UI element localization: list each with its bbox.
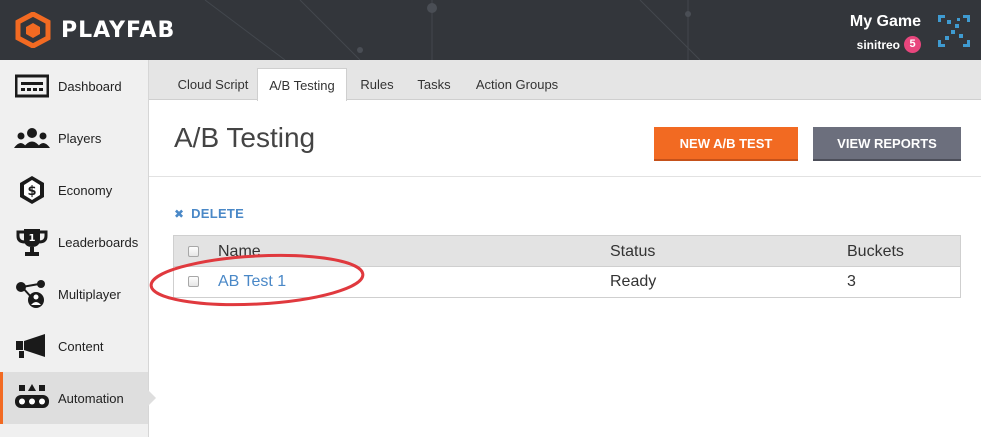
tab-cloud-script[interactable]: Cloud Script	[164, 68, 262, 100]
sidebar-item-multiplayer[interactable]: Multiplayer	[0, 268, 148, 320]
close-icon: ✖	[174, 206, 185, 221]
test-status: Ready	[610, 273, 657, 290]
ab-tests-table: Name Status Buckets AB Test 1 Ready 3	[173, 235, 961, 298]
playfab-hexagon-icon	[15, 12, 51, 48]
row-checkbox[interactable]	[188, 276, 199, 287]
brand-name: PLAYFAB	[61, 17, 176, 43]
sidebar-item-content[interactable]: Content	[0, 320, 148, 372]
game-avatar-icon[interactable]	[937, 14, 971, 48]
svg-text:1: 1	[29, 233, 36, 244]
delete-button[interactable]: ✖ DELETE	[174, 206, 244, 221]
user-name: sinitreo	[856, 37, 900, 52]
sidebar-item-dashboard[interactable]: Dashboard	[0, 60, 148, 112]
column-header-status[interactable]: Status	[610, 243, 655, 261]
sidebar-item-label: Automation	[58, 390, 124, 406]
sidebar-item-economy[interactable]: $ Economy	[0, 164, 148, 216]
view-reports-button[interactable]: VIEW REPORTS	[813, 127, 961, 159]
sidebar-item-players[interactable]: Players	[0, 112, 148, 164]
sidebar-item-automation[interactable]: Automation	[0, 372, 156, 424]
header-divider	[149, 176, 981, 177]
test-name-link[interactable]: AB Test 1	[218, 273, 286, 291]
select-all-checkbox[interactable]	[188, 246, 199, 257]
sidebar-item-label: Content	[58, 338, 104, 354]
game-selector[interactable]: My Game sinitreo 5	[850, 13, 921, 53]
sidebar: Dashboard Players $ Economy 1 Leaderboar…	[0, 60, 156, 437]
table-row: AB Test 1 Ready 3	[174, 267, 960, 297]
column-header-buckets[interactable]: Buckets	[847, 243, 904, 261]
test-buckets: 3	[847, 273, 856, 290]
tab-ab-testing[interactable]: A/B Testing	[257, 68, 347, 101]
trophy-icon: 1	[14, 227, 50, 257]
notification-badge[interactable]: 5	[904, 36, 921, 53]
tab-action-groups[interactable]: Action Groups	[467, 68, 567, 100]
megaphone-icon	[14, 331, 50, 361]
new-ab-test-button[interactable]: NEW A/B TEST	[654, 127, 798, 159]
sidebar-item-label: Economy	[58, 182, 113, 198]
column-header-name[interactable]: Name	[218, 243, 261, 261]
sidebar-item-label: Players	[58, 130, 102, 146]
game-name: My Game	[849, 13, 921, 30]
delete-label: DELETE	[191, 206, 245, 221]
players-icon	[14, 123, 50, 153]
tab-rules[interactable]: Rules	[352, 68, 402, 100]
sidebar-item-leaderboards[interactable]: 1 Leaderboards	[0, 216, 148, 268]
dashboard-icon	[14, 71, 50, 101]
top-bar: PLAYFAB My Game sinitreo 5	[0, 0, 981, 60]
multiplayer-icon	[14, 279, 50, 309]
economy-icon: $	[14, 175, 50, 205]
tab-bar: Cloud Script A/B Testing Rules Tasks Act…	[149, 60, 981, 101]
automation-icon	[14, 383, 50, 413]
page-title: A/B Testing	[174, 122, 316, 153]
svg-text:$: $	[27, 184, 36, 199]
sidebar-item-label: Leaderboards	[58, 234, 139, 250]
tab-tasks[interactable]: Tasks	[408, 68, 460, 100]
playfab-logo[interactable]: PLAYFAB	[14, 12, 175, 48]
sidebar-item-label: Dashboard	[58, 78, 122, 94]
sidebar-item-label: Multiplayer	[58, 286, 121, 302]
table-header: Name Status Buckets	[174, 236, 960, 267]
